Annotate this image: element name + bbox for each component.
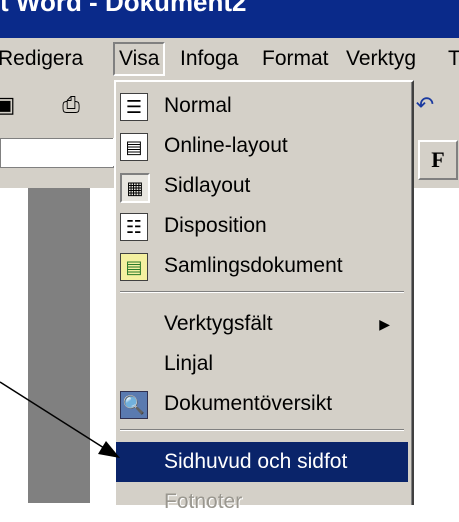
annotation-arrow — [0, 381, 120, 458]
